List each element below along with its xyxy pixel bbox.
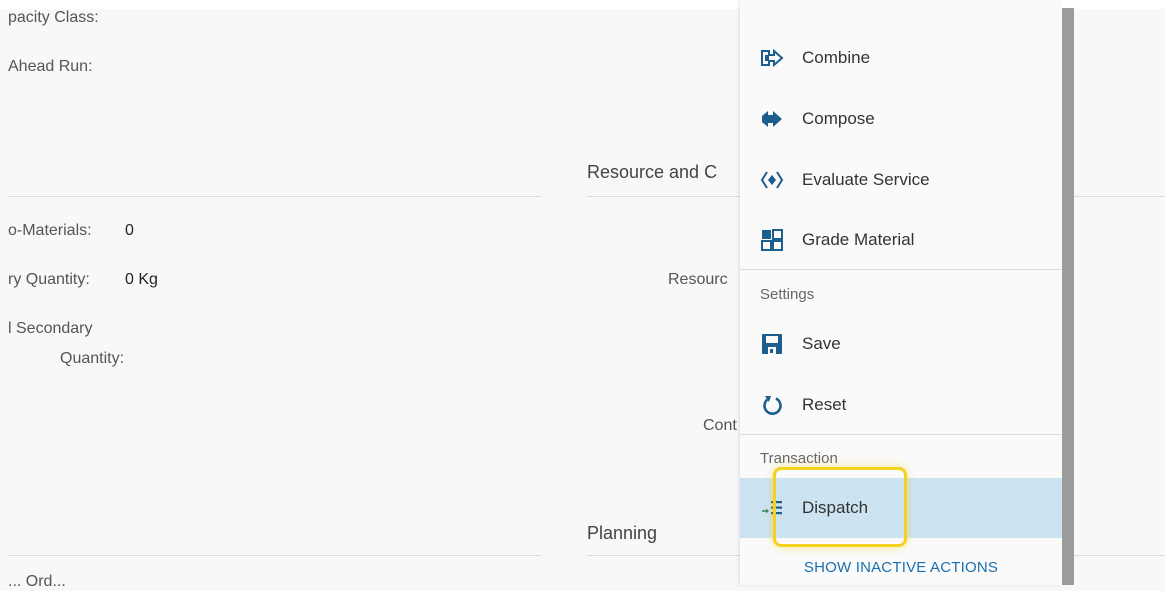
menu-item-label: Evaluate Service <box>802 170 930 189</box>
opacity-class-label: pacity Class: <box>8 9 99 26</box>
evaluate-service-icon <box>760 168 784 192</box>
dispatch-icon <box>760 496 784 520</box>
menu-divider <box>740 269 1062 270</box>
menu-item-label: Dispatch <box>802 498 869 517</box>
resource-section-divider <box>587 196 740 197</box>
cont-label: Cont <box>703 417 737 434</box>
menu-item-combine[interactable]: Combine <box>740 28 1062 88</box>
resource-section-divider-right <box>1074 196 1165 197</box>
menu-item-label: Reset <box>802 395 847 414</box>
menu-item-dispatch[interactable]: Dispatch <box>740 478 1062 538</box>
menu-item-label: Save <box>802 334 841 353</box>
ahead-run-label: Ahead Run: <box>8 58 93 75</box>
resource-section-title: Resource and C <box>587 162 718 182</box>
combine-icon <box>760 46 784 70</box>
primary-quantity-value: 0 Kg <box>125 271 158 288</box>
planning-section-divider <box>587 555 740 556</box>
save-icon <box>760 332 784 356</box>
co-materials-label: o-Materials: <box>8 222 92 239</box>
show-inactive-actions-link[interactable]: SHOW INACTIVE ACTIONS <box>740 559 1062 576</box>
primary-quantity-label: ry Quantity: <box>8 271 90 288</box>
resource-label: Resourc <box>668 271 728 288</box>
menu-item-save[interactable]: Save <box>740 314 1062 374</box>
planning-section-title: Planning <box>587 523 658 543</box>
menu-item-compose[interactable]: Compose <box>740 89 1062 149</box>
menu-item-grade-material[interactable]: Grade Material <box>740 210 1062 270</box>
secondary-quantity-label-line2: Quantity: <box>60 350 125 367</box>
secondary-quantity-label-line1: l Secondary <box>8 320 93 337</box>
reset-icon <box>760 393 784 417</box>
menu-item-label: Combine <box>802 48 871 67</box>
co-materials-value: 0 <box>125 222 134 239</box>
menu-item-label: Grade Material <box>802 230 915 249</box>
bottom-partial-label: ... Ord... <box>8 573 66 590</box>
section-divider-bottom <box>8 555 541 556</box>
section-divider <box>8 196 541 197</box>
menu-item-label: Compose <box>802 109 875 128</box>
menu-item-evaluate-service[interactable]: Evaluate Service <box>740 150 1062 210</box>
menu-item-reset[interactable]: Reset <box>740 375 1062 435</box>
menu-group-transaction: Transaction <box>760 450 838 467</box>
actions-menu: Combine Compose Evaluate Service Grade M… <box>740 0 1062 585</box>
grade-material-icon <box>760 228 784 252</box>
menu-group-settings: Settings <box>760 286 815 303</box>
menu-divider <box>740 434 1062 435</box>
planning-section-divider-right <box>1074 555 1165 556</box>
compose-icon <box>760 107 784 131</box>
menu-scrollbar[interactable] <box>1062 8 1074 585</box>
